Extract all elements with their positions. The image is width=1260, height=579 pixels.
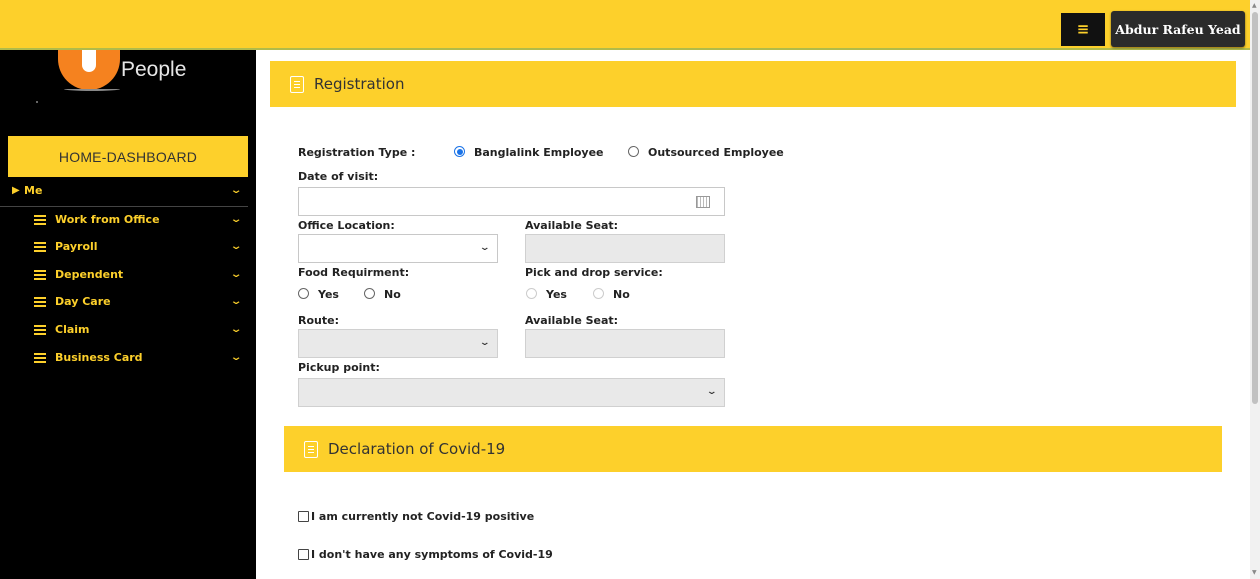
sidebar-item-business-card[interactable]: Business Card ⌄ bbox=[0, 347, 248, 373]
office-location-select[interactable]: ⌄ bbox=[298, 234, 498, 263]
radio-label-pick-drop-no: No bbox=[613, 288, 630, 301]
route-available-seat-field bbox=[525, 329, 725, 358]
list-icon bbox=[34, 297, 46, 307]
sidebar-item-label: Payroll bbox=[55, 240, 98, 253]
top-bar: ≡ Abdur Rafeu Yead bbox=[0, 0, 1260, 50]
food-requirement-label: Food Requirment: bbox=[298, 266, 410, 279]
route-label: Route: bbox=[298, 314, 339, 327]
list-icon bbox=[34, 215, 46, 225]
scrollbar-thumb[interactable] bbox=[1252, 12, 1258, 404]
sidebar-item-claim[interactable]: Claim ⌄ bbox=[0, 319, 248, 345]
chevron-down-icon: ⌄ bbox=[229, 241, 243, 252]
pick-drop-label: Pick and drop service: bbox=[525, 266, 663, 279]
pickup-point-label: Pickup point: bbox=[298, 361, 380, 374]
list-icon bbox=[34, 325, 46, 335]
radio-banglalink-employee[interactable] bbox=[454, 146, 465, 157]
date-of-visit-input[interactable] bbox=[298, 187, 725, 216]
radio-label-pick-drop-yes: Yes bbox=[546, 288, 567, 301]
list-icon bbox=[34, 353, 46, 363]
radio-label-food-no: No bbox=[384, 288, 401, 301]
menu-toggle-button[interactable]: ≡ bbox=[1061, 13, 1105, 46]
office-location-label: Office Location: bbox=[298, 219, 395, 232]
logo-text: People bbox=[121, 58, 187, 81]
radio-label-outsourced-employee: Outsourced Employee bbox=[648, 146, 784, 159]
logo-swoosh bbox=[64, 87, 120, 91]
date-of-visit-label: Date of visit: bbox=[298, 170, 379, 183]
radio-pick-drop-no[interactable] bbox=[593, 288, 604, 299]
sidebar-item-work-from-office[interactable]: Work from Office ⌄ bbox=[0, 209, 248, 235]
caret-right-icon: ▶ bbox=[12, 185, 20, 196]
sidebar-item-me[interactable]: ▶ Me ⌄ bbox=[0, 177, 248, 207]
sidebar-item-label: Day Care bbox=[55, 295, 111, 308]
document-icon bbox=[290, 75, 304, 93]
sidebar-item-label: Claim bbox=[55, 323, 90, 336]
main-content: Registration Registration Type : Banglal… bbox=[256, 50, 1250, 579]
chevron-down-icon: ⌄ bbox=[706, 387, 718, 397]
sidebar-item-label: Dependent bbox=[55, 268, 124, 281]
section-title: Declaration of Covid-19 bbox=[328, 440, 506, 458]
document-icon bbox=[304, 440, 318, 458]
checkbox-no-symptoms[interactable] bbox=[298, 549, 309, 560]
home-dashboard-button[interactable]: HOME-DASHBOARD bbox=[8, 136, 248, 177]
sidebar-item-day-care[interactable]: Day Care ⌄ bbox=[0, 291, 248, 317]
logo: People bbox=[0, 50, 256, 135]
section-title: Registration bbox=[314, 75, 405, 93]
chevron-down-icon: ⌄ bbox=[479, 243, 491, 253]
registration-header: Registration bbox=[270, 61, 1236, 107]
sidebar-item-label: Me bbox=[24, 184, 43, 197]
user-menu-button[interactable]: Abdur Rafeu Yead bbox=[1111, 11, 1245, 47]
radio-label-food-yes: Yes bbox=[318, 288, 339, 301]
hamburger-icon: ≡ bbox=[1076, 20, 1090, 38]
scroll-up-icon[interactable]: ▲ bbox=[1252, 2, 1257, 9]
route-available-seat-label: Available Seat: bbox=[525, 314, 619, 327]
chevron-down-icon: ⌄ bbox=[229, 185, 243, 196]
radio-label-banglalink-employee: Banglalink Employee bbox=[474, 146, 604, 159]
chevron-down-icon: ⌄ bbox=[229, 324, 243, 335]
registration-type-label: Registration Type : bbox=[298, 146, 416, 159]
pickup-point-select[interactable]: ⌄ bbox=[298, 378, 725, 407]
scroll-down-icon[interactable]: ▼ bbox=[1252, 569, 1257, 576]
sidebar-item-label: Work from Office bbox=[55, 213, 160, 226]
list-icon bbox=[34, 242, 46, 252]
available-seat-label: Available Seat: bbox=[525, 219, 619, 232]
page-scrollbar[interactable]: ▲ ▼ bbox=[1250, 0, 1260, 579]
covid-declaration-header: Declaration of Covid-19 bbox=[284, 426, 1222, 472]
logo-dot bbox=[36, 101, 38, 103]
sidebar-item-label: Business Card bbox=[55, 351, 143, 364]
list-icon bbox=[34, 270, 46, 280]
radio-pick-drop-yes[interactable] bbox=[526, 288, 537, 299]
sidebar: People HOME-DASHBOARD ▶ Me ⌄ Work from O… bbox=[0, 50, 256, 579]
route-select[interactable]: ⌄ bbox=[298, 329, 498, 358]
calendar-icon[interactable] bbox=[696, 196, 710, 208]
available-seat-field bbox=[525, 234, 725, 263]
checkbox-label-no-symptoms: I don't have any symptoms of Covid-19 bbox=[311, 548, 553, 561]
logo-v-icon bbox=[58, 50, 120, 90]
sidebar-item-payroll[interactable]: Payroll ⌄ bbox=[0, 236, 248, 262]
checkbox-label-not-covid-positive: I am currently not Covid-19 positive bbox=[311, 510, 535, 523]
chevron-down-icon: ⌄ bbox=[229, 296, 243, 307]
radio-outsourced-employee[interactable] bbox=[628, 146, 639, 157]
chevron-down-icon: ⌄ bbox=[479, 338, 491, 348]
chevron-down-icon: ⌄ bbox=[229, 269, 243, 280]
radio-food-no[interactable] bbox=[364, 288, 375, 299]
chevron-down-icon: ⌄ bbox=[229, 352, 243, 363]
checkbox-not-covid-positive[interactable] bbox=[298, 511, 309, 522]
chevron-down-icon: ⌄ bbox=[229, 214, 243, 225]
sidebar-item-dependent[interactable]: Dependent ⌄ bbox=[0, 264, 248, 290]
radio-food-yes[interactable] bbox=[298, 288, 309, 299]
